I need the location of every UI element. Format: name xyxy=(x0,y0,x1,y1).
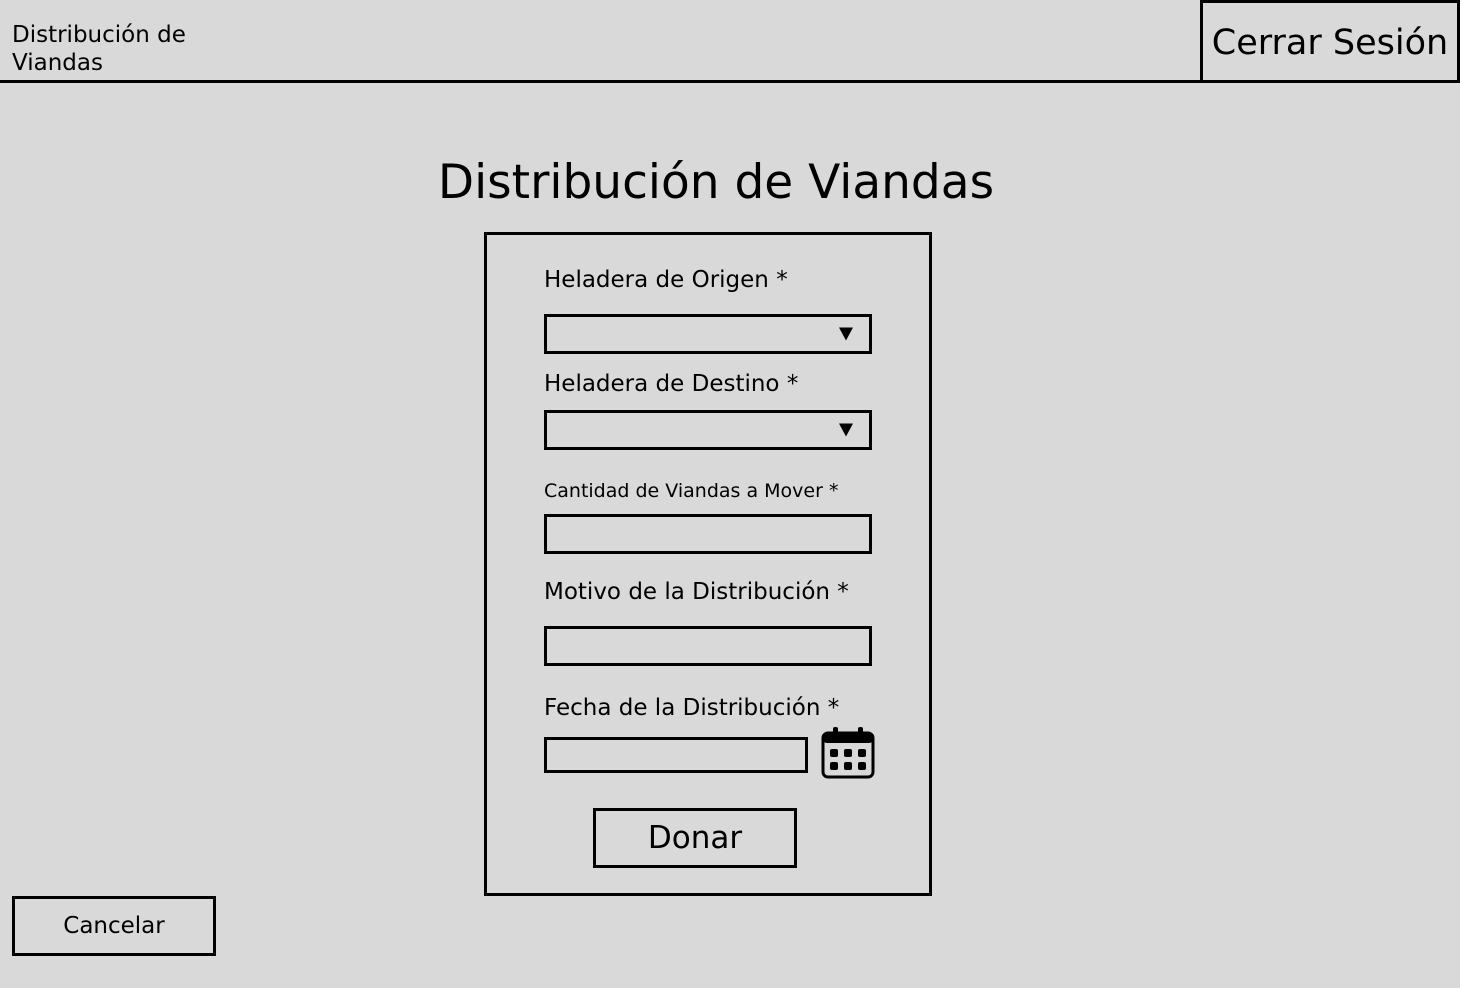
quantity-label: Cantidad de Viandas a Mover * xyxy=(544,480,839,502)
top-bar: Distribución de Viandas Cerrar Sesión xyxy=(0,0,1460,83)
brand-title: Distribución de Viandas xyxy=(12,22,186,76)
date-field[interactable] xyxy=(544,737,808,773)
page-title: Distribución de Viandas xyxy=(437,155,995,210)
origin-fridge-select[interactable] xyxy=(544,314,872,354)
page: Distribución de Viandas Cerrar Sesión Di… xyxy=(0,0,1460,988)
quantity-input[interactable] xyxy=(547,517,869,551)
distribution-form: Heladera de Origen * Heladera de Destino… xyxy=(484,232,932,896)
reason-field[interactable] xyxy=(544,626,872,666)
reason-label: Motivo de la Distribución * xyxy=(544,579,849,605)
chevron-down-icon xyxy=(839,327,853,341)
reason-input[interactable] xyxy=(547,629,869,663)
cancel-button[interactable]: Cancelar xyxy=(12,896,216,956)
destination-fridge-select[interactable] xyxy=(544,410,872,450)
quantity-field[interactable] xyxy=(544,514,872,554)
destination-fridge-label: Heladera de Destino * xyxy=(544,371,799,397)
donate-button[interactable]: Donar xyxy=(593,808,797,868)
calendar-icon[interactable] xyxy=(820,725,876,781)
date-label: Fecha de la Distribución * xyxy=(544,695,840,721)
date-input[interactable] xyxy=(547,740,805,770)
origin-fridge-label: Heladera de Origen * xyxy=(544,267,788,293)
chevron-down-icon xyxy=(839,423,853,437)
logout-button[interactable]: Cerrar Sesión xyxy=(1200,0,1460,83)
